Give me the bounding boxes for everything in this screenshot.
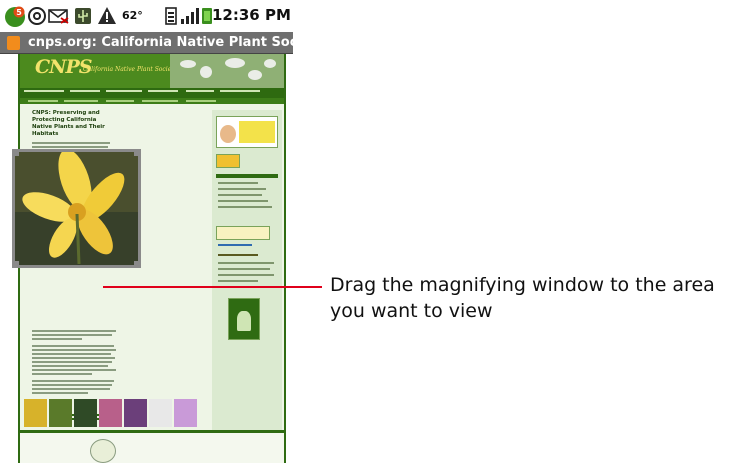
warning-icon — [98, 7, 116, 24]
status-bar: 5 62° 12:36 PM — [0, 0, 293, 32]
site-favicon-icon — [7, 36, 20, 50]
callout-pointer-line — [103, 286, 322, 288]
badge-count: 5 — [16, 8, 22, 17]
notification-badge-icon: 5 — [5, 6, 25, 27]
temperature-readout: 62° — [122, 9, 143, 22]
page-title: cnps.org: California Native Plant Soci..… — [28, 35, 317, 50]
browser-viewport[interactable]: CNPS California Native Plant Society CNP… — [0, 54, 293, 463]
body-paragraphs — [32, 328, 118, 394]
quick-links-header — [216, 174, 278, 178]
callout-line-2: you want to view — [330, 300, 493, 322]
site-tagline: California Native Plant Society — [83, 66, 178, 73]
usb-icon — [75, 8, 91, 24]
callout-line-1: Drag the magnifying window to the area — [330, 274, 715, 296]
missed-mail-icon — [48, 9, 69, 24]
signal-icon — [181, 8, 199, 24]
browser-title-bar[interactable]: cnps.org: California Native Plant Soci..… — [0, 32, 317, 54]
site-banner: CNPS California Native Plant Society — [20, 54, 284, 88]
site-subnav-bar[interactable] — [20, 98, 284, 104]
page-footer — [20, 430, 284, 463]
email-icon — [28, 7, 46, 25]
join-cnps-badge[interactable] — [216, 154, 240, 168]
sidebar-ad-box[interactable] — [216, 116, 278, 148]
donate-button[interactable] — [216, 226, 270, 240]
callout-text: Drag the magnifying window to the area y… — [330, 272, 715, 324]
photo-thumbnail-strip — [24, 399, 204, 429]
main-heading: CNPS: Preserving and Protecting Californ… — [32, 110, 105, 137]
clock: 12:36 PM — [212, 6, 291, 24]
site-nav-bar[interactable] — [20, 88, 284, 98]
sim-icon — [165, 7, 177, 25]
magnifying-window[interactable] — [12, 149, 141, 268]
banner-photo — [170, 54, 284, 88]
yellow-flower-image — [15, 152, 138, 265]
sidebar-poster[interactable] — [228, 298, 260, 340]
